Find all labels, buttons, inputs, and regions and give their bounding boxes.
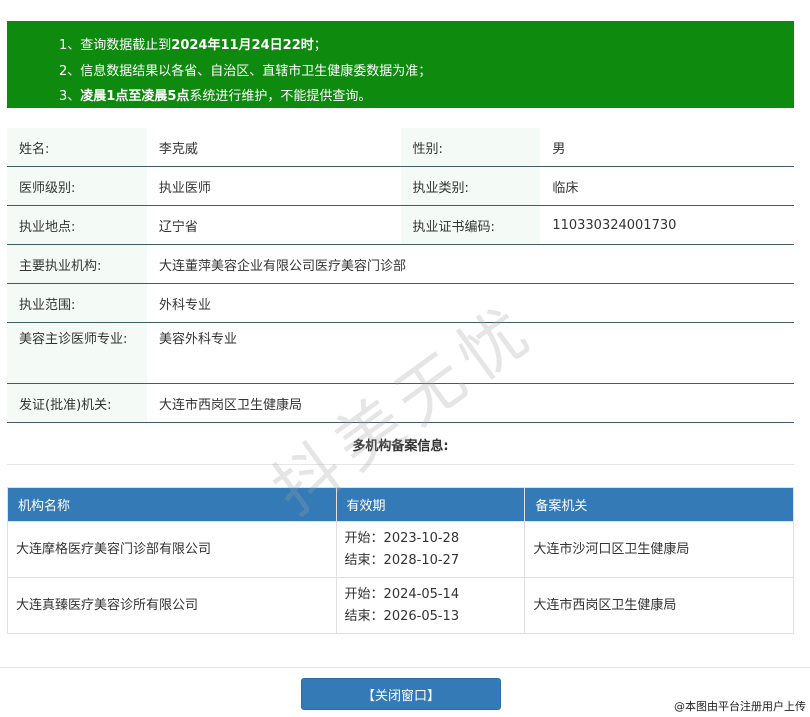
cert-value: 110330324001730	[552, 217, 677, 233]
header-authority: 备案机关	[524, 487, 794, 522]
institution-value: 大连董萍美容企业有限公司医疗美容门诊部	[159, 258, 407, 274]
row-start: 开始：2023-10-28	[344, 530, 460, 546]
scope-value: 外科专业	[159, 297, 212, 313]
cosmetic-label: 美容主诊医师专业:	[7, 323, 147, 383]
category-label: 执业类别:	[400, 167, 541, 205]
info-row-name: 姓名: 李克威 性别: 男	[7, 128, 794, 167]
scope-label: 执业范围:	[7, 284, 147, 322]
notice-line-3: 3、凌晨1点至凌晨5点系统进行维护，不能提供查询。	[59, 89, 372, 104]
info-row-location: 执业地点: 辽宁省 执业证书编码: 110330324001730	[7, 206, 794, 245]
table-row: 大连真臻医疗美容诊所有限公司 开始：2024-05-14 结束：2026-05-…	[7, 577, 794, 634]
row-authority: 大连市西岗区卫生健康局	[524, 577, 794, 634]
row-org: 大连真臻医疗美容诊所有限公司	[7, 577, 337, 634]
location-label: 执业地点:	[7, 206, 147, 244]
row-org: 大连摩格医疗美容门诊部有限公司	[7, 521, 337, 578]
name-label: 姓名:	[7, 128, 147, 166]
notice-line-2: 2、信息数据结果以各省、自治区、直辖市卫生健康委数据为准；	[59, 63, 432, 79]
name-value: 李克威	[158, 141, 198, 157]
cert-label: 执业证书编码:	[400, 206, 541, 244]
info-row-institution: 主要执业机构: 大连董萍美容企业有限公司医疗美容门诊部	[7, 245, 794, 284]
info-row-level: 医师级别: 执业医师 执业类别: 临床	[7, 167, 794, 206]
table-header-row: 机构名称 有效期 备案机关	[7, 487, 794, 522]
info-row-authority: 发证(批准)机关: 大连市西岗区卫生健康局	[7, 384, 794, 423]
multi-institution-table: 机构名称 有效期 备案机关 大连摩格医疗美容门诊部有限公司 开始：2023-10…	[7, 487, 794, 634]
institution-label: 主要执业机构:	[7, 245, 147, 283]
doctor-info-table: 姓名: 李克威 性别: 男 医师级别: 执业医师 执业类别: 临床 执业地点: …	[7, 128, 794, 423]
level-label: 医师级别:	[7, 167, 147, 205]
multi-institution-title: 多机构备案信息:	[7, 425, 794, 465]
gender-label: 性别:	[400, 128, 541, 166]
level-value: 执业医师	[158, 180, 211, 196]
table-row: 大连摩格医疗美容门诊部有限公司 开始：2023-10-28 结束：2028-10…	[7, 521, 794, 578]
close-window-button[interactable]: 【关闭窗口】	[301, 678, 501, 710]
cosmetic-value: 美容外科专业	[159, 332, 238, 347]
info-row-cosmetic: 美容主诊医师专业: 美容外科专业	[7, 323, 794, 384]
authority-label: 发证(批准)机关:	[7, 384, 147, 422]
gender-value: 男	[552, 141, 566, 157]
row-authority: 大连市沙河口区卫生健康局	[524, 521, 794, 578]
row-validity: 开始：2023-10-28 结束：2028-10-27	[335, 521, 526, 578]
upload-credit: @本图由平台注册用户上传	[674, 700, 806, 713]
header-org: 机构名称	[7, 487, 337, 522]
row-end: 结束：2026-05-13	[344, 608, 460, 624]
row-start: 开始：2024-05-14	[344, 586, 460, 602]
row-validity: 开始：2024-05-14 结束：2026-05-13	[335, 577, 526, 634]
notice-line-1: 1、查询数据截止到2024年11月24日22时；	[59, 38, 327, 53]
footer-divider	[0, 667, 810, 668]
location-value: 辽宁省	[158, 219, 198, 235]
authority-value: 大连市西岗区卫生健康局	[159, 397, 303, 413]
category-value: 临床	[552, 180, 579, 196]
row-end: 结束：2028-10-27	[344, 552, 460, 568]
info-row-scope: 执业范围: 外科专业	[7, 284, 794, 323]
notice-banner: 1、查询数据截止到2024年11月24日22时； 2、信息数据结果以各省、自治区…	[7, 21, 794, 108]
header-validity: 有效期	[335, 487, 526, 522]
